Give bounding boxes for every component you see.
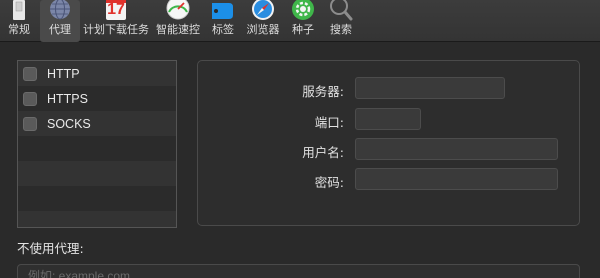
https-checkbox[interactable] <box>23 91 37 106</box>
username-label: 用户名: <box>302 145 344 160</box>
magnifier-icon <box>325 0 357 24</box>
tag-icon <box>207 0 239 24</box>
toolbar-label-search: 搜索 <box>330 23 352 36</box>
calendar-icon: 17 <box>100 0 132 24</box>
toolbar-item-speed-control[interactable]: 智能速控 <box>152 0 204 42</box>
toolbar-item-general[interactable]: 常规 <box>0 0 38 42</box>
proxy-row-http[interactable]: HTTP <box>18 61 176 86</box>
preferences-toolbar: 常规 代理 17 计划下载任务 智能速控 标签 浏览器 种子 搜索 <box>0 0 600 42</box>
no-proxy-input[interactable] <box>17 264 580 278</box>
server-field[interactable] <box>355 77 505 99</box>
empty-row <box>18 136 176 161</box>
port-field[interactable] <box>355 108 421 130</box>
toolbar-label-tags: 标签 <box>212 23 234 36</box>
toolbar-label-proxy: 代理 <box>49 23 71 36</box>
toolbar-item-search[interactable]: 搜索 <box>324 0 358 42</box>
speedometer-icon <box>162 0 194 24</box>
globe-icon <box>44 0 76 24</box>
no-proxy-label: 不使用代理: <box>17 241 84 256</box>
http-checkbox[interactable] <box>23 66 37 81</box>
toolbar-label-general: 常规 <box>8 23 30 36</box>
port-label: 端口: <box>314 115 344 130</box>
toolbar-item-schedule[interactable]: 17 计划下载任务 <box>82 0 150 42</box>
proxy-details-panel: 服务器: 端口: 用户名: 密码: <box>197 60 580 226</box>
empty-row <box>18 186 176 211</box>
proxy-type-list: HTTP HTTPS SOCKS <box>17 60 177 228</box>
calendar-day: 17 <box>107 1 125 18</box>
proxy-row-https[interactable]: HTTPS <box>18 86 176 111</box>
password-field[interactable] <box>355 168 558 190</box>
toolbar-item-browser[interactable]: 浏览器 <box>242 0 284 42</box>
proxy-row-socks[interactable]: SOCKS <box>18 111 176 136</box>
toolbar-label-speed-control: 智能速控 <box>156 23 200 36</box>
empty-row <box>18 161 176 186</box>
password-label: 密码: <box>314 175 344 190</box>
toolbar-label-torrent: 种子 <box>292 23 314 36</box>
username-field[interactable] <box>355 138 558 160</box>
proxy-row-label: HTTP <box>47 66 80 81</box>
server-label: 服务器: <box>302 84 344 99</box>
proxy-row-label: SOCKS <box>47 116 91 131</box>
proxy-row-label: HTTPS <box>47 91 88 106</box>
socks-checkbox[interactable] <box>23 116 37 131</box>
switch-icon <box>3 0 35 24</box>
toolbar-item-proxy[interactable]: 代理 <box>40 0 80 42</box>
compass-icon <box>247 0 279 24</box>
toolbar-label-browser: 浏览器 <box>246 23 280 36</box>
toolbar-item-torrent[interactable]: 种子 <box>286 0 320 42</box>
toolbar-item-tags[interactable]: 标签 <box>206 0 240 42</box>
empty-row <box>18 211 176 227</box>
toolbar-label-schedule: 计划下载任务 <box>83 23 149 36</box>
seed-gear-icon <box>287 0 319 24</box>
